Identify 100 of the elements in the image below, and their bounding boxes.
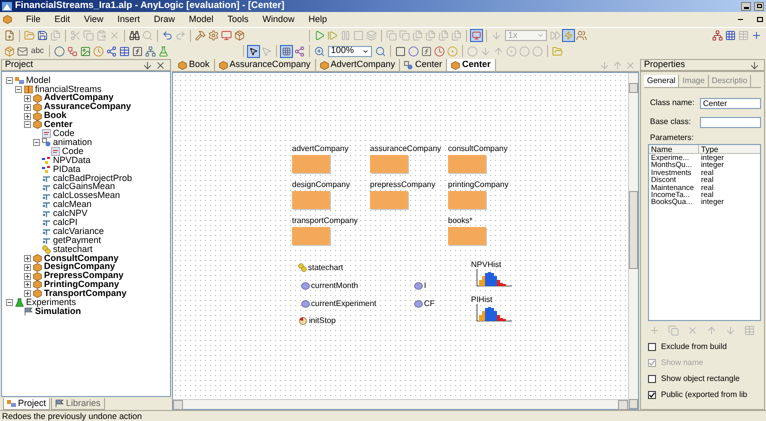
clock-icon[interactable] (432, 44, 446, 58)
files-icon[interactable] (450, 29, 463, 42)
canvas[interactable]: advertCompany assuranceCompany consultCompany designCompany prepressCompany printingCompany transportCompany books* statechart currentMonth currentExperiment initStop I CF NPVHist PIHist (173, 73, 628, 399)
collapse-icon[interactable] (6, 299, 13, 306)
expand-icon[interactable] (24, 104, 31, 111)
settings-icon[interactable] (207, 29, 220, 42)
zoom-field[interactable]: 100% (328, 46, 372, 56)
stop-icon[interactable] (352, 29, 365, 42)
column-header[interactable]: Name (649, 145, 699, 153)
model-element[interactable]: statechart (298, 263, 344, 272)
model-element[interactable]: currentMonth (301, 281, 358, 290)
panel-tab[interactable]: Libraries (51, 398, 105, 410)
connector-icon[interactable] (292, 44, 306, 58)
frame-icon[interactable] (394, 44, 407, 58)
play-icon[interactable] (313, 29, 326, 42)
model-element[interactable]: I (414, 281, 426, 290)
state-icon[interactable] (466, 44, 479, 58)
menu-item[interactable]: Edit (54, 12, 70, 26)
menu-item[interactable]: Window (262, 12, 294, 26)
collapse-icon[interactable] (6, 76, 13, 84)
grid-icon[interactable] (724, 29, 737, 42)
files-icon[interactable] (437, 29, 450, 42)
model-element[interactable]: currentExperiment (301, 299, 376, 308)
expand-icon[interactable] (24, 264, 31, 271)
variable-icon (301, 300, 310, 308)
network-icon[interactable] (711, 29, 724, 42)
envelope-icon[interactable] (16, 44, 29, 58)
circle-icon[interactable] (530, 44, 544, 58)
plus-icon[interactable] (750, 29, 763, 42)
model-element[interactable]: CF (414, 299, 435, 308)
menu-item[interactable]: Insert (117, 12, 140, 26)
collapse-icon[interactable] (24, 121, 31, 128)
expand-icon[interactable] (24, 281, 31, 288)
menu-item[interactable]: View (84, 12, 104, 26)
horizontal-scrollbar[interactable] (173, 399, 628, 409)
cube-icon[interactable] (3, 44, 16, 58)
editor-tab[interactable]: Center (447, 59, 496, 71)
binoculars-icon[interactable] (128, 29, 141, 42)
minimize-button[interactable] (741, 2, 751, 10)
image-icon[interactable] (78, 44, 92, 58)
new-file-icon[interactable] (3, 29, 16, 42)
step-icon[interactable] (326, 29, 339, 42)
column-header[interactable]: Type (699, 145, 718, 153)
panel-tab[interactable]: Project (3, 398, 50, 410)
circle-icon[interactable] (406, 44, 420, 58)
menu-item[interactable]: Draw (154, 12, 175, 26)
object-label: printingCompany (448, 180, 508, 189)
table-icon[interactable] (118, 44, 131, 58)
model-icon (15, 76, 24, 85)
copy-icon[interactable] (667, 324, 680, 337)
class-name-field[interactable]: Center (700, 98, 761, 108)
editor-tab[interactable]: AdvertCompany (316, 59, 400, 71)
checkbox[interactable] (648, 375, 656, 383)
pointer-button[interactable] (246, 44, 260, 58)
checkbox[interactable] (648, 343, 656, 351)
folder-icon[interactable] (550, 44, 564, 58)
editor-tab[interactable]: Book (174, 59, 215, 71)
expand-icon[interactable] (24, 112, 31, 120)
restore-button[interactable] (754, 2, 764, 10)
collapse-icon[interactable] (33, 139, 40, 146)
restore-icon[interactable] (757, 17, 763, 22)
minimize-icon[interactable] (738, 18, 743, 20)
model-element[interactable]: initStop (298, 316, 336, 325)
checkbox-label: Exclude from build (661, 341, 727, 353)
function-icon[interactable] (130, 44, 144, 58)
checkbox[interactable] (648, 391, 656, 399)
network-icon[interactable] (144, 44, 157, 58)
toggle-button[interactable] (470, 29, 483, 42)
object-label: consultCompany (448, 144, 508, 153)
package-icon[interactable] (233, 29, 246, 42)
fast-forward-icon[interactable] (549, 29, 562, 42)
collapse-icon[interactable] (15, 86, 22, 93)
circle-icon[interactable] (518, 44, 531, 58)
copy-icon[interactable] (82, 29, 95, 42)
save-icon[interactable] (36, 29, 49, 42)
menu-item[interactable]: Tools (227, 12, 248, 26)
grid-button[interactable] (280, 44, 293, 58)
property-tab[interactable]: General (644, 75, 680, 87)
expand-icon[interactable] (24, 290, 31, 298)
editor-tab[interactable]: AssuranceCompany (214, 59, 316, 71)
expand-icon[interactable] (24, 272, 31, 280)
expand-icon[interactable] (24, 94, 31, 102)
users-icon[interactable] (575, 29, 588, 42)
function-icon[interactable] (420, 44, 433, 58)
workflow-icon[interactable] (66, 44, 79, 58)
base-class-field[interactable] (700, 116, 761, 128)
toggle-button[interactable] (562, 29, 575, 42)
text-tool[interactable]: abc (29, 45, 46, 57)
menu-item[interactable]: File (26, 12, 41, 26)
zoom-in-icon[interactable] (374, 44, 387, 58)
undo-icon[interactable] (161, 29, 174, 42)
monitor-icon[interactable] (220, 29, 233, 42)
hammer-icon[interactable] (194, 29, 207, 42)
expand-icon[interactable] (24, 254, 31, 262)
menu-item[interactable]: Model (188, 12, 214, 26)
function-icon (42, 192, 51, 201)
menu-item[interactable]: Help (308, 12, 327, 26)
dot-icon[interactable] (504, 44, 518, 58)
vertical-scrollbar[interactable] (628, 73, 638, 409)
pause-icon[interactable] (339, 29, 352, 42)
